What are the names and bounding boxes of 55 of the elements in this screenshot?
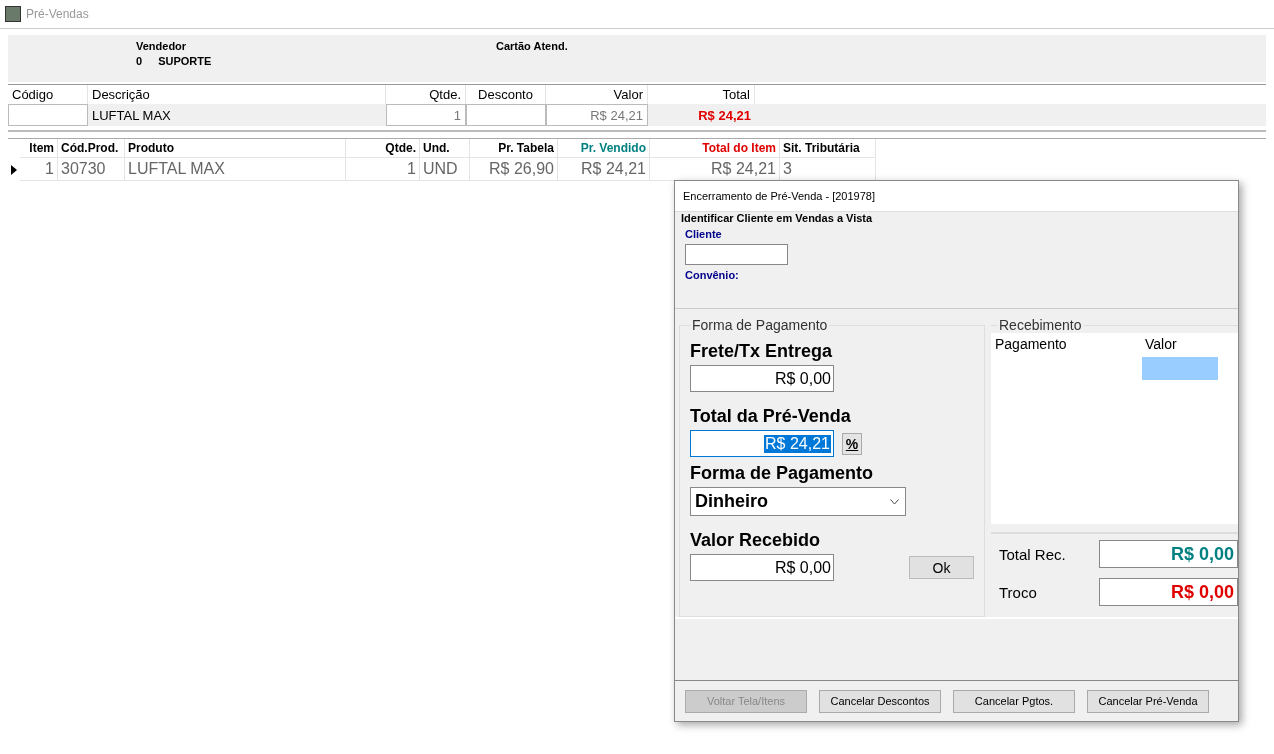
- table-cell: UND: [420, 158, 470, 181]
- client-input-field[interactable]: [685, 244, 788, 265]
- seller-label: Vendedor: [136, 40, 188, 52]
- client-label: Cliente: [685, 228, 723, 240]
- agreement-label: Convênio:: [685, 269, 740, 281]
- table-cell: LUFTAL MAX: [125, 158, 346, 181]
- payment-method-dropdown[interactable]: Dinheiro: [690, 487, 906, 516]
- window-title: Pré-Vendas: [26, 7, 89, 21]
- table-cell: 30730: [58, 158, 125, 181]
- description-text: LUFTAL MAX: [91, 106, 172, 125]
- input-field[interactable]: [466, 104, 546, 126]
- card-label: Cartão Atend.: [496, 40, 569, 52]
- total-label: Total da Pré-Venda: [690, 406, 852, 427]
- table-cell: R$ 26,90: [470, 158, 558, 181]
- change-label: Troco: [999, 583, 1037, 601]
- received-field[interactable]: R$ 0,00: [690, 554, 834, 581]
- received-label: Valor Recebido: [690, 530, 822, 551]
- column-header: Produto: [125, 139, 346, 158]
- column-header: Und.: [420, 139, 470, 158]
- section-title: Identificar Cliente em Vendas a Vista: [681, 212, 874, 224]
- freight-field[interactable]: R$ 0,00: [690, 365, 834, 392]
- table-cell: R$ 24,21: [558, 158, 650, 181]
- column-header: Qtde.: [346, 139, 420, 158]
- input-field[interactable]: 1: [386, 104, 466, 126]
- dialog-title: Encerramento de Pré-Venda - [201978]: [683, 190, 875, 202]
- freight-label: Frete/Tx Entrega: [690, 341, 834, 362]
- method-label: Forma de Pagamento: [690, 463, 875, 484]
- table-cell: 1: [346, 158, 420, 181]
- column-header: Total do Item: [650, 139, 780, 158]
- footer-button[interactable]: Cancelar Pgtos.: [953, 689, 1075, 713]
- column-header: Sit. Tributária: [780, 139, 876, 158]
- total-received-field: R$ 0,00: [1099, 540, 1238, 568]
- app-icon: [5, 6, 21, 22]
- ok-button[interactable]: Ok: [909, 556, 974, 579]
- table-cell: 1: [20, 158, 58, 181]
- column-header: Valor: [1145, 336, 1178, 353]
- column-header: Pagamento: [995, 336, 1068, 353]
- footer-button[interactable]: Cancelar Descontos: [819, 689, 941, 713]
- input-field[interactable]: [8, 104, 88, 126]
- total-received-label: Total Rec.: [999, 545, 1066, 563]
- column-header: Cód.Prod.: [58, 139, 125, 158]
- chevron-down-icon: [890, 498, 899, 505]
- change-field: R$ 0,00: [1099, 578, 1238, 606]
- total-value: R$ 24,21: [697, 106, 752, 125]
- input-field[interactable]: R$ 24,21: [546, 104, 648, 126]
- group-title: Forma de Pagamento: [691, 317, 829, 333]
- total-field[interactable]: R$ 24,21: [690, 430, 834, 457]
- seller-name: SUPORTE: [158, 55, 212, 67]
- seller-code: 0: [136, 55, 143, 67]
- column-header: Pr. Vendido: [558, 139, 650, 158]
- group-title: Recebimento: [998, 317, 1083, 333]
- column-header: Pr. Tabela: [470, 139, 558, 158]
- percent-button[interactable]: %: [842, 432, 862, 455]
- footer-button[interactable]: Cancelar Pré-Venda: [1087, 689, 1209, 713]
- column-header: Item: [20, 139, 58, 158]
